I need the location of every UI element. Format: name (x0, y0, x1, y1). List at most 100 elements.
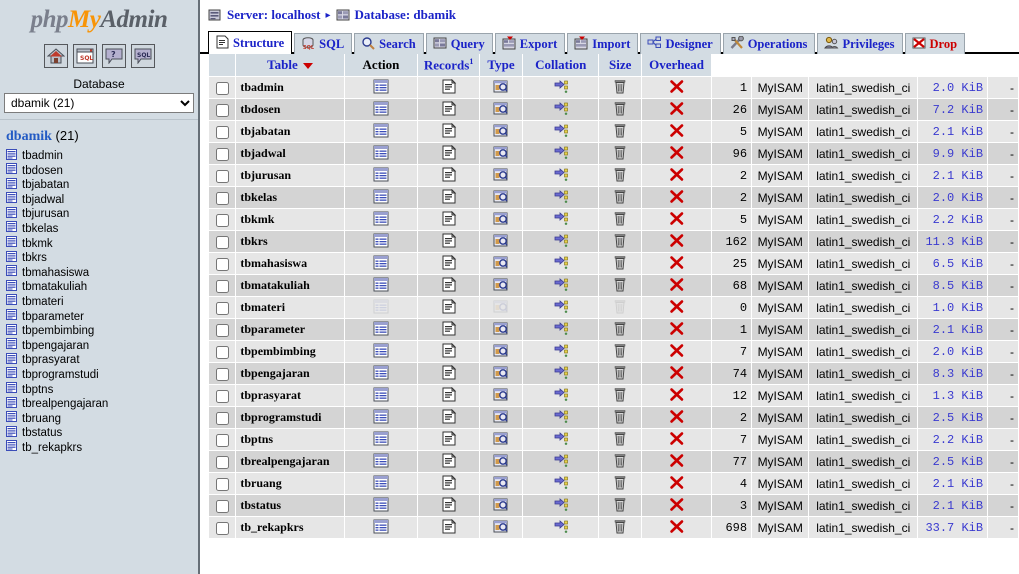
table-name-cell[interactable]: tbadmin (235, 76, 345, 99)
insert-icon[interactable] (552, 519, 570, 536)
row-checkbox[interactable] (215, 169, 229, 183)
action-cell[interactable] (478, 362, 524, 385)
structure-icon[interactable] (440, 188, 458, 206)
action-cell[interactable] (522, 208, 600, 231)
action-cell[interactable] (343, 494, 419, 517)
insert-icon[interactable] (552, 409, 570, 426)
action-cell[interactable] (478, 318, 524, 341)
row-checkbox-cell[interactable] (207, 208, 237, 231)
table-name-cell[interactable]: tbkelas (235, 186, 345, 209)
tab-designer[interactable]: Designer (640, 33, 721, 54)
browse-icon[interactable] (372, 453, 390, 470)
empty-icon[interactable] (611, 321, 629, 338)
sidebar-table-item[interactable]: tbkmk (6, 236, 198, 252)
table-row[interactable]: tbdosen 26 MyISAM latin1_swedish_ci 7.2 KiB - (207, 98, 1019, 121)
action-cell[interactable] (598, 340, 643, 363)
drop-icon[interactable] (668, 409, 686, 426)
action-cell[interactable] (598, 516, 643, 539)
row-checkbox-cell[interactable] (207, 406, 237, 429)
drop-icon[interactable] (668, 453, 686, 470)
sidebar-table-item[interactable]: tbrealpengajaran (6, 396, 198, 412)
table-row[interactable]: tbstatus 3 MyISAM latin1_swedish_ci 2.1 KiB - (207, 494, 1019, 517)
table-name-cell[interactable]: tbkmk (235, 208, 345, 231)
row-checkbox-cell[interactable] (207, 142, 237, 165)
row-checkbox[interactable] (215, 345, 229, 359)
table-name-cell[interactable]: tb_rekapkrs (235, 516, 345, 539)
empty-icon[interactable] (611, 475, 629, 492)
drop-icon[interactable] (668, 431, 686, 448)
table-row[interactable]: tbpengajaran 74 MyISAM latin1_swedish_ci 8.3… (207, 362, 1019, 385)
table-name-cell[interactable]: tbptns (235, 428, 345, 451)
browse-icon[interactable] (372, 189, 390, 206)
insert-icon[interactable] (552, 343, 570, 360)
structure-icon[interactable] (440, 166, 458, 184)
sidebar-table-item[interactable]: tbpembimbing (6, 323, 198, 339)
table-name-cell[interactable]: tbjurusan (235, 164, 345, 187)
action-cell[interactable] (598, 406, 643, 429)
structure-icon[interactable] (440, 78, 458, 96)
action-cell[interactable] (478, 186, 524, 209)
insert-icon[interactable] (552, 365, 570, 382)
drop-icon[interactable] (668, 233, 686, 250)
home-icon[interactable] (43, 44, 68, 68)
row-checkbox-cell[interactable] (207, 252, 237, 275)
sidebar-table-item[interactable]: tbparameter (6, 309, 198, 325)
table-row[interactable]: tbmateri 0 MyISAM latin1_swedish_ci 1.0 KiB - (207, 296, 1019, 319)
table-name-cell[interactable]: tbdosen (235, 98, 345, 121)
sidebar-table-item[interactable]: tbkrs (6, 250, 198, 266)
action-cell[interactable] (522, 384, 600, 407)
action-cell[interactable] (343, 142, 419, 165)
action-cell[interactable] (641, 494, 712, 517)
action-cell[interactable] (478, 98, 524, 121)
table-row[interactable]: tbkmk 5 MyISAM latin1_swedish_ci 2.2 KiB - (207, 208, 1019, 231)
structure-icon[interactable] (440, 122, 458, 140)
empty-icon[interactable] (611, 233, 629, 250)
browse-icon[interactable] (372, 343, 390, 360)
search-icon[interactable] (492, 321, 510, 338)
action-cell[interactable] (641, 516, 712, 539)
action-cell[interactable] (343, 120, 419, 143)
browse-icon[interactable] (372, 321, 390, 338)
table-row[interactable]: tbkrs 162 MyISAM latin1_swedish_ci 11.3 KiB - (207, 230, 1019, 253)
action-cell[interactable] (343, 186, 419, 209)
action-cell[interactable] (343, 208, 419, 231)
row-checkbox-cell[interactable] (207, 274, 237, 297)
empty-icon[interactable] (611, 343, 629, 360)
sql-help-icon[interactable]: SQL (130, 44, 155, 68)
action-cell[interactable] (598, 142, 643, 165)
browse-icon[interactable] (372, 475, 390, 492)
search-icon[interactable] (492, 497, 510, 514)
insert-icon[interactable] (552, 299, 570, 316)
empty-icon[interactable] (611, 277, 629, 294)
action-cell[interactable] (417, 516, 480, 539)
empty-icon[interactable] (611, 409, 629, 426)
action-cell[interactable] (417, 362, 480, 385)
action-cell[interactable] (417, 120, 480, 143)
browse-icon[interactable] (372, 233, 390, 250)
row-checkbox[interactable] (215, 235, 229, 249)
row-checkbox-cell[interactable] (207, 340, 237, 363)
search-icon[interactable] (492, 453, 510, 470)
sidebar-table-item[interactable]: tbkelas (6, 221, 198, 237)
structure-icon[interactable] (440, 364, 458, 382)
drop-icon[interactable] (668, 321, 686, 338)
row-checkbox[interactable] (215, 455, 229, 469)
action-cell[interactable] (522, 76, 600, 99)
row-checkbox-cell[interactable] (207, 428, 237, 451)
row-checkbox-cell[interactable] (207, 494, 237, 517)
browse-icon[interactable] (372, 145, 390, 162)
action-cell[interactable] (417, 340, 480, 363)
action-cell[interactable] (641, 450, 712, 473)
action-cell[interactable] (522, 406, 600, 429)
table-name-cell[interactable]: tbkrs (235, 230, 345, 253)
tab-search[interactable]: Search (354, 33, 424, 54)
breadcrumb-server-link[interactable]: Server: localhost (227, 7, 321, 23)
tab-drop[interactable]: Drop (904, 33, 966, 54)
action-cell[interactable] (598, 120, 643, 143)
action-cell[interactable] (417, 384, 480, 407)
action-cell[interactable] (343, 164, 419, 187)
empty-icon[interactable] (611, 387, 629, 404)
tab-operations[interactable]: Operations (722, 33, 816, 54)
action-cell[interactable] (522, 252, 600, 275)
action-cell[interactable] (478, 516, 524, 539)
